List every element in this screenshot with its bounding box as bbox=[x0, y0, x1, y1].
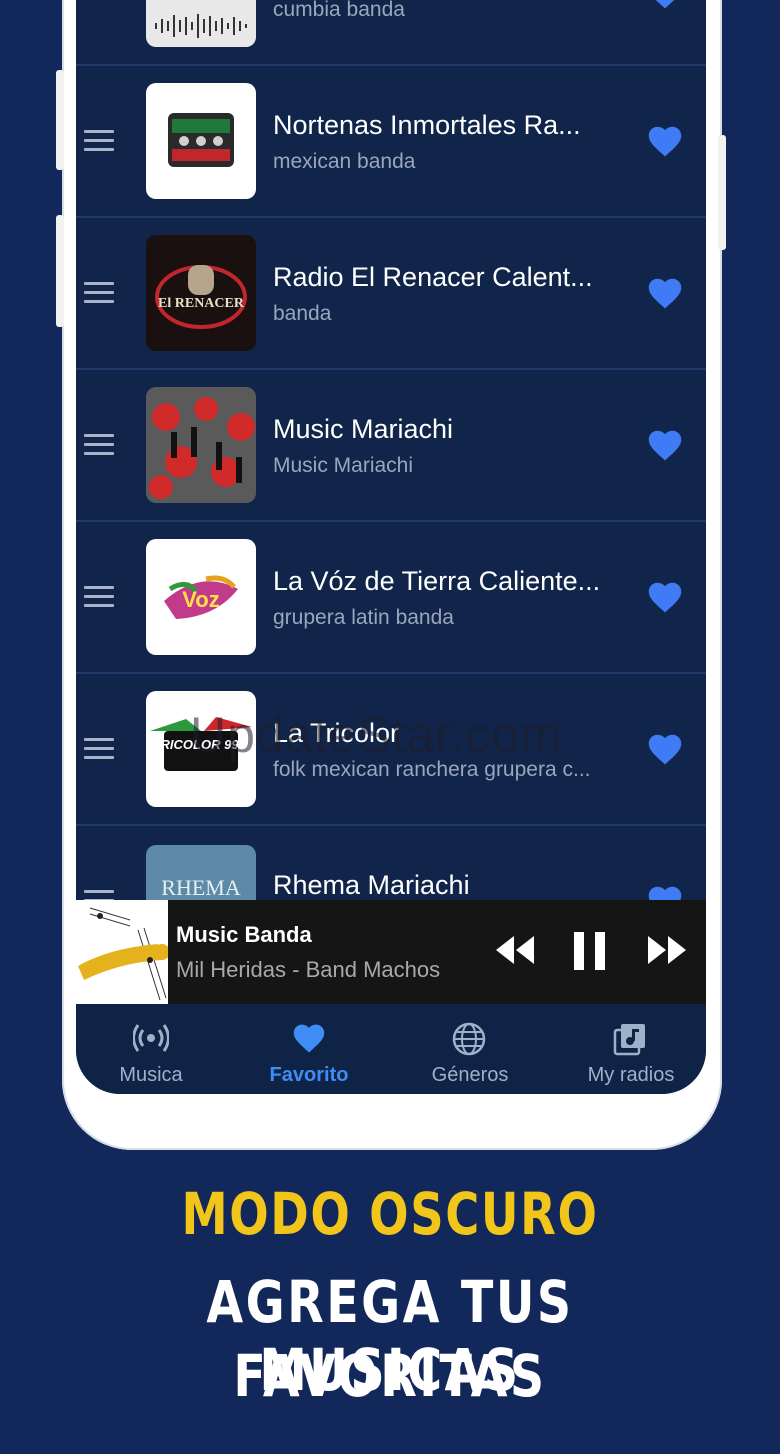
drag-handle-icon[interactable] bbox=[84, 586, 114, 608]
promo-line-2: FAVORITAS bbox=[233, 1342, 547, 1410]
station-row[interactable]: cumbia banda bbox=[76, 0, 706, 66]
power-button bbox=[718, 135, 726, 250]
station-row[interactable]: El RENACER Radio El Renacer Calent... ba… bbox=[76, 218, 706, 370]
voz-logo-text: Voz bbox=[182, 587, 219, 612]
station-logo-voz: Voz bbox=[146, 539, 256, 655]
nav-label-generos: Géneros bbox=[431, 1064, 509, 1086]
now-playing-artwork bbox=[76, 900, 170, 1004]
station-logo-soundwave bbox=[146, 0, 256, 47]
station-row[interactable]: Music Mariachi Music Mariachi bbox=[76, 370, 706, 522]
renacer-logo-text: El RENACER bbox=[158, 296, 245, 311]
now-playing-subtitle: Mil Heridas - Band Machos bbox=[176, 957, 441, 982]
side-button bbox=[56, 215, 64, 327]
music-library-icon bbox=[613, 1024, 645, 1056]
drag-handle-icon[interactable] bbox=[84, 282, 114, 304]
watermark-text: UpdateStar.com bbox=[190, 707, 563, 763]
station-logo-nortenas bbox=[146, 83, 256, 199]
nav-tab-generos[interactable]: Géneros bbox=[395, 1004, 545, 1094]
station-logo-renacer: El RENACER bbox=[146, 235, 256, 351]
drag-handle-icon[interactable] bbox=[84, 130, 114, 152]
station-title: La Vóz de Tierra Caliente... bbox=[273, 566, 601, 596]
globe-icon bbox=[452, 1022, 486, 1056]
station-title: Rhema Mariachi bbox=[273, 870, 470, 900]
drag-handle-icon[interactable] bbox=[84, 738, 114, 760]
favorite-heart-icon[interactable] bbox=[646, 0, 684, 10]
pause-button[interactable] bbox=[574, 932, 606, 975]
station-title: Music Mariachi bbox=[273, 414, 454, 444]
station-genre: cumbia banda bbox=[273, 0, 405, 21]
nav-tab-favorito[interactable]: Favorito bbox=[234, 1004, 384, 1094]
favorite-heart-icon[interactable] bbox=[646, 580, 684, 614]
station-genre: Music Mariachi bbox=[273, 454, 414, 477]
station-logo-mariachi bbox=[146, 387, 256, 503]
radio-waves-icon bbox=[133, 1024, 169, 1052]
station-row[interactable]: Nortenas Inmortales Ra... mexican banda bbox=[76, 66, 706, 218]
now-playing-bar[interactable]: Music Banda Mil Heridas - Band Machos bbox=[76, 900, 706, 1004]
favorite-heart-icon[interactable] bbox=[646, 276, 684, 310]
bottom-navigation: Musica Favorito Géneros My radios bbox=[76, 1004, 706, 1094]
nav-label-favorito: Favorito bbox=[269, 1064, 349, 1086]
heart-icon bbox=[293, 1024, 325, 1053]
nav-tab-my-radios[interactable]: My radios bbox=[556, 1004, 706, 1094]
favorite-heart-icon[interactable] bbox=[646, 428, 684, 462]
station-title: Radio El Renacer Calent... bbox=[273, 262, 593, 292]
drag-handle-icon[interactable] bbox=[84, 434, 114, 456]
now-playing-title: Music Banda bbox=[176, 922, 312, 947]
favorite-heart-icon[interactable] bbox=[646, 732, 684, 766]
station-genre: banda bbox=[273, 302, 332, 325]
nav-label-my-radios: My radios bbox=[587, 1064, 675, 1086]
station-title: Nortenas Inmortales Ra... bbox=[273, 110, 581, 140]
rhema-logo-text: RHEMA bbox=[161, 875, 241, 900]
nav-label-musica: Musica bbox=[119, 1064, 183, 1086]
fast-forward-button[interactable] bbox=[646, 934, 688, 971]
station-row[interactable]: Voz La Vóz de Tierra Caliente... grupera… bbox=[76, 522, 706, 674]
station-genre: mexican banda bbox=[273, 150, 416, 173]
nav-tab-musica[interactable]: Musica bbox=[76, 1004, 226, 1094]
app-screen: cumbia banda Nortenas Inmortales Ra... m… bbox=[76, 0, 706, 1094]
promo-headline: MODO OSCURO bbox=[181, 1180, 599, 1248]
volume-button bbox=[56, 70, 64, 170]
rewind-button[interactable] bbox=[494, 934, 536, 971]
favorite-heart-icon[interactable] bbox=[646, 124, 684, 158]
station-genre: grupera latin banda bbox=[273, 606, 454, 629]
